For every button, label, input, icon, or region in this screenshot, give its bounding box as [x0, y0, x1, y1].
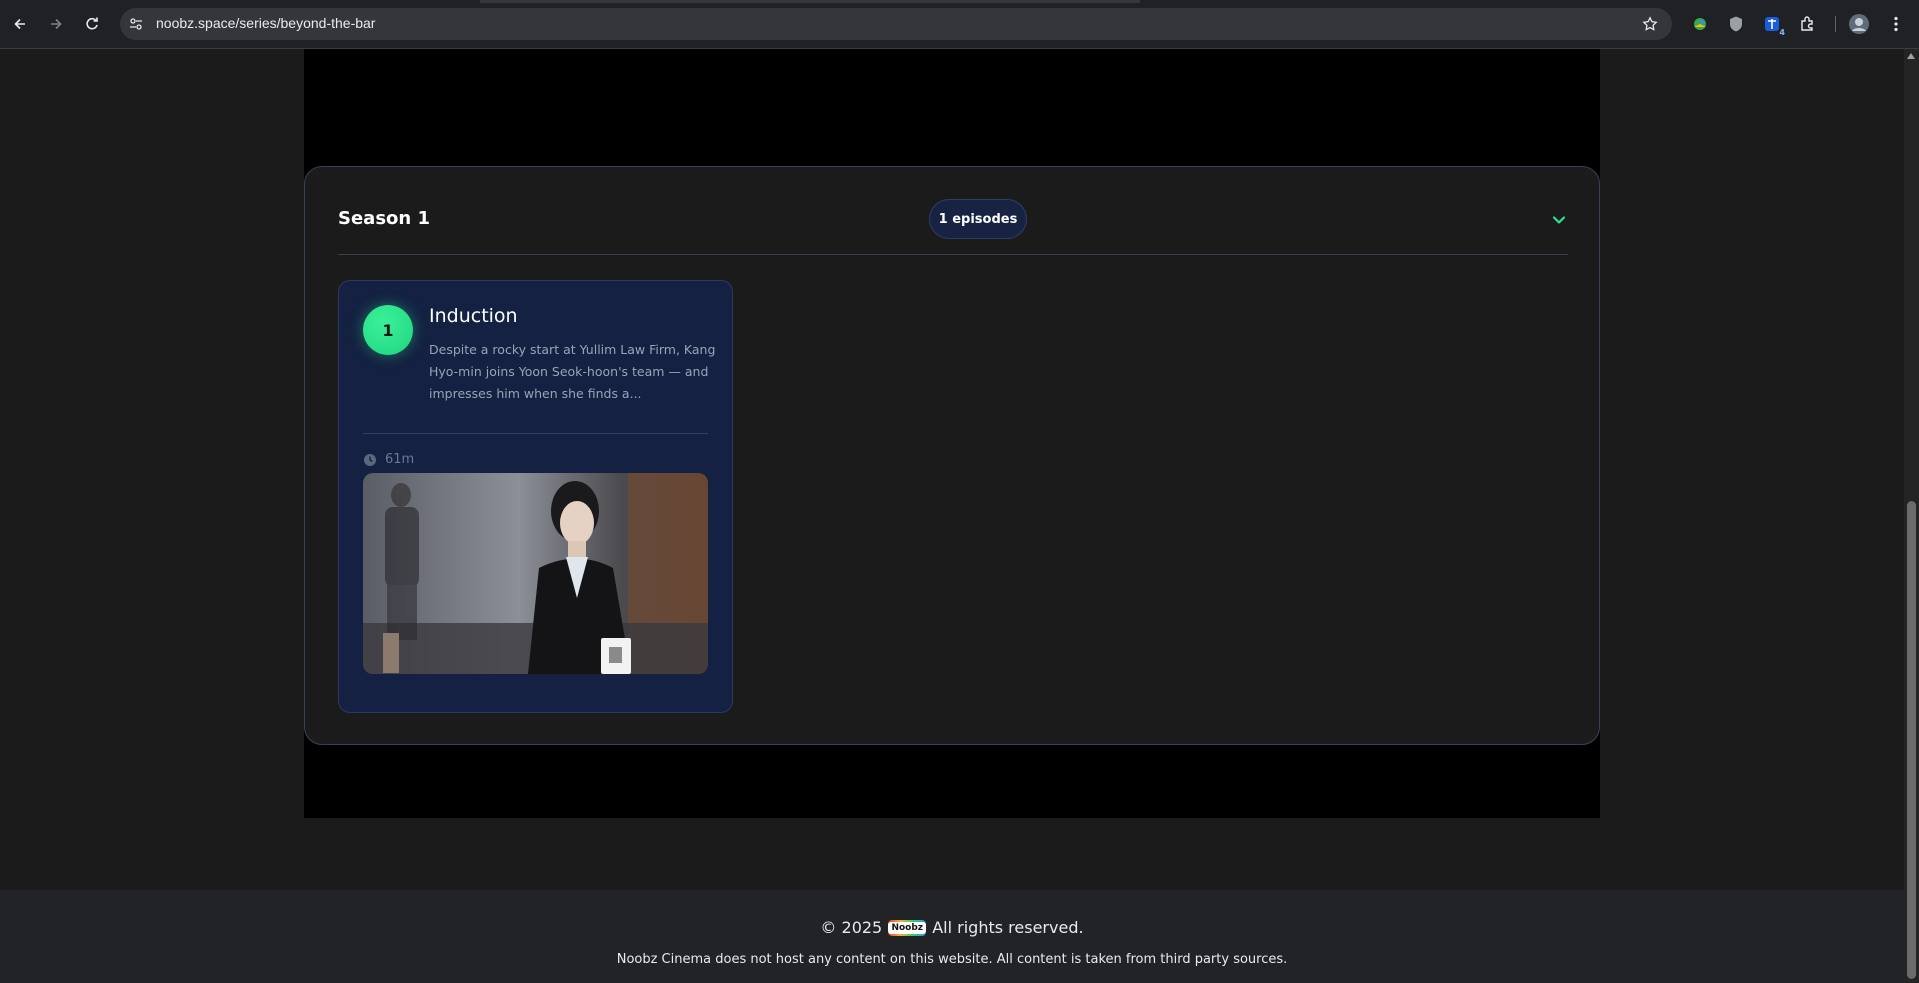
- episode-duration: 61m: [363, 452, 414, 467]
- season-panel: Season 1 1 episodes 1 Induction Despite …: [304, 166, 1600, 745]
- footer-disclaimer: Noobz Cinema does not host any content o…: [616, 952, 1288, 967]
- arrow-right-icon: [51, 18, 62, 30]
- address-bar[interactable]: noobz.space/series/beyond-the-bar: [120, 8, 1672, 40]
- site-settings-icon[interactable]: [128, 16, 144, 32]
- more-vert-icon: [1894, 16, 1898, 32]
- password-manager-icon: [1765, 17, 1779, 31]
- url-text[interactable]: noobz.space/series/beyond-the-bar: [156, 15, 375, 31]
- arrow-left-icon: [14, 18, 25, 30]
- extension-shield[interactable]: [1724, 12, 1748, 36]
- reload-button[interactable]: [80, 12, 104, 36]
- reload-icon: [86, 17, 98, 30]
- copyright-line: © 2025 Noobz All rights reserved.: [0, 918, 1904, 937]
- avatar: [1849, 14, 1869, 34]
- extension-bitwarden[interactable]: 4: [1760, 12, 1785, 37]
- scroll-up-arrow[interactable]: [1907, 53, 1915, 59]
- bookmark-star-icon[interactable]: [1642, 16, 1658, 32]
- shield-icon: [1730, 16, 1742, 32]
- episode-description: Despite a rocky start at Yullim Law Firm…: [429, 342, 716, 401]
- copyright-year: © 2025: [820, 918, 883, 937]
- scrollbar-thumb[interactable]: [1907, 501, 1916, 979]
- episode-title: Induction: [429, 305, 518, 327]
- season-title: Season 1: [338, 208, 431, 229]
- puzzle-icon: [1801, 16, 1813, 31]
- episode-divider: [363, 433, 708, 434]
- copyright-text: All rights reserved.: [932, 918, 1084, 937]
- episode-card[interactable]: 1 Induction Despite a rocky start at Yul…: [338, 280, 733, 713]
- episode-thumbnail[interactable]: [363, 473, 708, 674]
- noobz-logo[interactable]: Noobz: [888, 919, 927, 936]
- clock-icon: [364, 453, 376, 466]
- chevron-down-icon[interactable]: [1550, 211, 1568, 229]
- page-scrollbar[interactable]: [1904, 49, 1919, 983]
- browser-toolbar: noobz.space/series/beyond-the-bar 4: [0, 0, 1919, 49]
- back-button[interactable]: [8, 12, 32, 36]
- site-footer: © 2025 Noobz All rights reserved. Noobz …: [0, 890, 1904, 983]
- season-header[interactable]: Season 1 1 episodes: [338, 167, 1568, 255]
- episode-duration-text: 61m: [385, 452, 415, 467]
- tab-strip-edge: [480, 0, 1140, 3]
- extension-leaf-icon: [1694, 18, 1706, 30]
- extensions-button[interactable]: [1796, 12, 1820, 36]
- episode-count-badge: 1 episodes: [929, 199, 1027, 239]
- forward-button[interactable]: [44, 12, 68, 36]
- episode-number-badge: 1: [363, 305, 413, 355]
- page-viewport: Season 1 1 episodes 1 Induction Despite …: [0, 49, 1904, 983]
- profile-button[interactable]: [1847, 12, 1871, 36]
- episode-still-image: [363, 473, 708, 674]
- toolbar-separator: [1835, 16, 1836, 32]
- extension-badge: 4: [1779, 28, 1785, 37]
- extension-colorful[interactable]: [1688, 12, 1712, 36]
- browser-menu-button[interactable]: [1884, 12, 1908, 36]
